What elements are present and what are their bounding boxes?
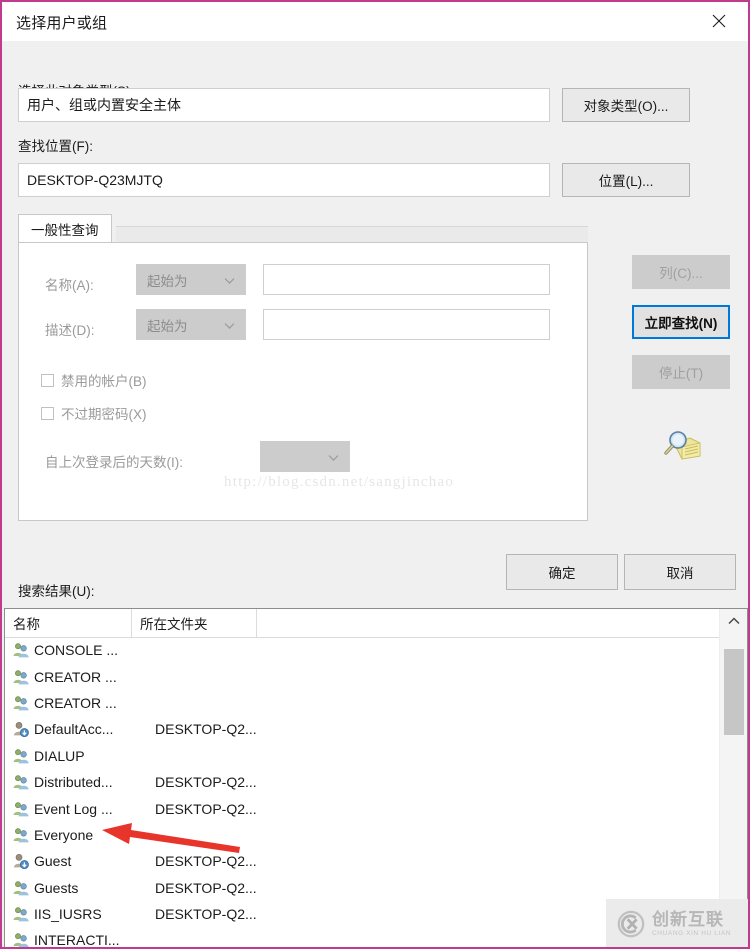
non-expiring-password-label: 不过期密码(X)	[61, 407, 147, 422]
name-label: 名称(A):	[45, 278, 94, 293]
name-operator-value: 起始为	[147, 273, 188, 289]
results-scrollbar[interactable]	[719, 609, 747, 947]
table-row[interactable]: DIALUP	[5, 743, 719, 769]
badge-title: 创新互联	[652, 909, 724, 929]
description-operator-value: 起始为	[147, 318, 188, 334]
row-folder: DESKTOP-Q2...	[155, 879, 257, 896]
row-name: CREATOR ...	[34, 694, 117, 711]
location-button[interactable]: 位置(L)...	[562, 163, 690, 197]
table-row[interactable]: Everyone	[5, 822, 719, 848]
non-expiring-password-checkbox[interactable]: 不过期密码(X)	[41, 403, 147, 423]
results-label: 搜索结果(U):	[18, 584, 95, 599]
site-watermark-badge: 创新互联 CHUANG XIN HU LIAN	[606, 899, 748, 947]
row-name: Event Log ...	[34, 800, 113, 817]
table-row[interactable]: DefaultAcc... DESKTOP-Q2...	[5, 716, 719, 742]
column-header-folder[interactable]: 所在文件夹	[132, 609, 257, 637]
table-row[interactable]: CREATOR ...	[5, 690, 719, 716]
magnifier-folder-icon	[660, 426, 704, 466]
disabled-accounts-checkbox[interactable]: 禁用的帐户(B)	[41, 370, 147, 390]
chevron-down-icon	[224, 317, 235, 332]
days-since-logon-label: 自上次登录后的天数(I):	[45, 455, 183, 470]
user-group-icon	[13, 695, 29, 711]
table-row[interactable]: CREATOR ...	[5, 663, 719, 689]
row-name: CONSOLE ...	[34, 642, 119, 659]
chevron-down-icon	[224, 272, 235, 287]
badge-text: 创新互联 CHUANG XIN HU LIAN	[652, 911, 731, 938]
badge-subtitle: CHUANG XIN HU LIAN	[652, 929, 732, 937]
description-value-input[interactable]	[263, 309, 550, 340]
user-group-icon	[13, 932, 29, 947]
row-name: CREATOR ...	[34, 668, 117, 685]
select-users-or-groups-dialog: 选择用户或组 选择此对象类型(S): 用户、组或内置安全主体 对象类型(O)..…	[0, 0, 750, 949]
row-name: DefaultAcc...	[34, 721, 114, 738]
search-results-list: 名称 所在文件夹 CONSOLE ... CREATOR ... CREATOR…	[4, 608, 748, 949]
user-account-icon	[13, 853, 29, 870]
user-group-icon	[13, 906, 29, 922]
column-header-name[interactable]: 名称	[5, 609, 132, 637]
row-folder: DESKTOP-Q2...	[155, 800, 257, 817]
row-folder: DESKTOP-Q2...	[155, 721, 257, 738]
page-title: 选择用户或组	[16, 15, 108, 32]
scrollbar-thumb[interactable]	[724, 649, 744, 735]
row-name: INTERACTI...	[34, 932, 120, 949]
checkbox-box	[41, 406, 54, 420]
cancel-button[interactable]: 取消	[624, 554, 736, 590]
days-since-logon-select[interactable]	[260, 441, 350, 472]
row-name: Guests	[34, 879, 79, 896]
user-group-icon	[13, 774, 29, 790]
ok-button[interactable]: 确定	[506, 554, 618, 590]
chevron-up-icon	[728, 617, 740, 625]
title-bar: 选择用户或组	[2, 2, 748, 42]
columns-button[interactable]: 列(C)...	[632, 255, 730, 289]
find-now-button[interactable]: 立即查找(N)	[632, 305, 730, 339]
chevron-down-icon	[328, 449, 339, 464]
user-group-icon	[13, 669, 29, 685]
watermark-url: http://blog.csdn.net/sangjinchao	[224, 474, 455, 490]
description-label: 描述(D):	[45, 323, 95, 338]
close-icon	[712, 14, 726, 28]
row-folder: DESKTOP-Q2...	[155, 906, 257, 923]
user-group-icon	[13, 880, 29, 896]
results-column-header: 名称 所在文件夹	[5, 609, 747, 638]
user-group-icon	[13, 642, 29, 658]
row-name: Guest	[34, 853, 72, 870]
table-row[interactable]: CONSOLE ...	[5, 637, 719, 663]
row-name: Distributed...	[34, 774, 113, 791]
description-operator-select[interactable]: 起始为	[136, 309, 246, 340]
cx-logo-icon	[617, 910, 645, 938]
disabled-accounts-label: 禁用的帐户(B)	[61, 374, 147, 389]
row-name: DIALUP	[34, 747, 85, 764]
name-operator-select[interactable]: 起始为	[136, 264, 246, 295]
scroll-up-button[interactable]	[720, 609, 747, 633]
row-name: IIS_IUSRS	[34, 906, 102, 923]
user-group-icon	[13, 748, 29, 764]
location-label: 查找位置(F):	[18, 139, 93, 154]
name-value-input[interactable]	[263, 264, 550, 295]
table-row[interactable]: Distributed... DESKTOP-Q2...	[5, 769, 719, 795]
location-input[interactable]: DESKTOP-Q23MJTQ	[18, 163, 550, 197]
row-folder: DESKTOP-Q2...	[155, 853, 257, 870]
object-type-button[interactable]: 对象类型(O)...	[562, 88, 690, 122]
checkbox-box	[41, 373, 54, 387]
table-row[interactable]: Guest DESKTOP-Q2...	[5, 848, 719, 874]
close-button[interactable]	[696, 2, 742, 40]
row-folder: DESKTOP-Q2...	[155, 774, 257, 791]
user-group-icon	[13, 827, 29, 843]
tab-strip-filler	[116, 226, 588, 243]
user-group-icon	[13, 801, 29, 817]
row-name: Everyone	[34, 826, 94, 843]
table-row[interactable]: Event Log ... DESKTOP-Q2...	[5, 795, 719, 821]
tab-common-query[interactable]: 一般性查询	[18, 214, 112, 242]
table-row[interactable]: Guests DESKTOP-Q2...	[5, 875, 719, 901]
user-account-icon	[13, 721, 29, 738]
query-tabs: 一般性查询	[18, 214, 588, 243]
stop-button[interactable]: 停止(T)	[632, 355, 730, 389]
object-type-input[interactable]: 用户、组或内置安全主体	[18, 88, 550, 122]
